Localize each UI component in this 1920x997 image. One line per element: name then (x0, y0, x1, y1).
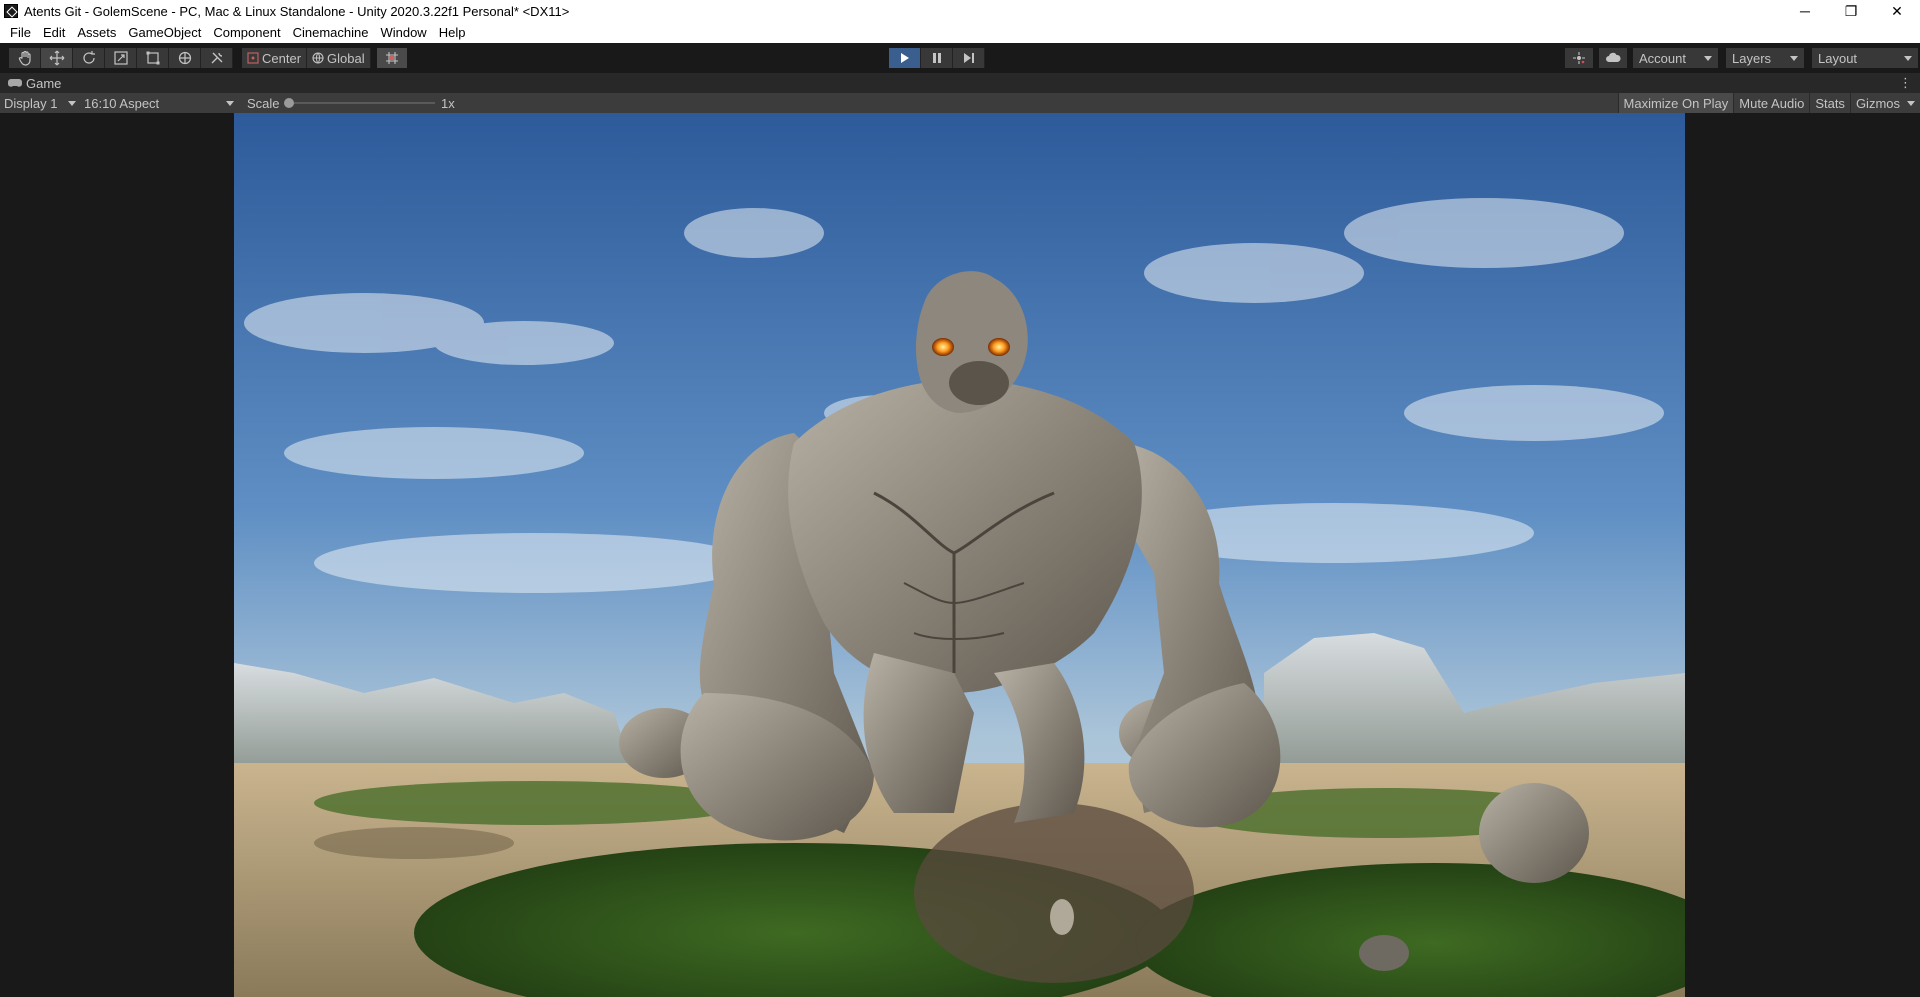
aspect-label: 16:10 Aspect (84, 95, 160, 111)
game-scene-image (234, 113, 1685, 997)
cloud-icon (1606, 52, 1621, 62)
collab-icon (1573, 52, 1585, 64)
tab-game-label: Game (26, 75, 62, 91)
layout-label: Layout (1818, 50, 1858, 66)
pause-button[interactable] (921, 48, 953, 68)
move-tool-button[interactable] (41, 48, 73, 68)
window-controls: ─ ❐ ✕ (1782, 0, 1920, 22)
step-icon (963, 53, 974, 63)
rect-icon (146, 51, 159, 65)
play-icon (900, 53, 909, 63)
display-dropdown[interactable]: Display 1 (0, 93, 80, 113)
menu-window[interactable]: Window (374, 22, 432, 43)
menu-bar: File Edit Assets GameObject Component Ci… (0, 22, 1920, 43)
transform-tools (9, 48, 233, 68)
main-toolbar: Center Global Account Layers Layout (0, 43, 1920, 73)
scale-label: Scale (247, 96, 280, 111)
layout-dropdown[interactable]: Layout (1812, 48, 1918, 68)
menu-component[interactable]: Component (207, 22, 286, 43)
pivot-mode-label: Center (262, 50, 302, 66)
custom-tool-button[interactable] (201, 48, 233, 68)
rect-tool-button[interactable] (137, 48, 169, 68)
gizmos-dropdown[interactable]: Gizmos (1849, 93, 1920, 113)
globe-icon (312, 52, 324, 64)
pivot-rotation-label: Global (327, 50, 365, 66)
tab-game[interactable]: Game (0, 73, 61, 93)
close-button[interactable]: ✕ (1874, 0, 1920, 22)
layers-dropdown[interactable]: Layers (1726, 48, 1804, 68)
menu-gameobject[interactable]: GameObject (122, 22, 207, 43)
pivot-mode-toggle[interactable]: Center (242, 48, 308, 68)
layers-label: Layers (1732, 50, 1772, 66)
restore-button[interactable]: ❐ (1828, 0, 1874, 22)
game-view-toggles: Maximize On Play Mute Audio Stats Gizmos (1617, 93, 1920, 113)
window-title-bar: Atents Git - GolemScene - PC, Mac & Linu… (0, 0, 1920, 22)
collab-button[interactable] (1565, 48, 1593, 68)
window-title: Atents Git - GolemScene - PC, Mac & Linu… (24, 3, 570, 19)
transform-tool-button[interactable] (169, 48, 201, 68)
stats-label: Stats (1815, 95, 1845, 111)
mute-audio-label: Mute Audio (1739, 95, 1805, 111)
chevron-down-icon (226, 101, 234, 106)
grid-snap-icon (386, 52, 398, 64)
chevron-down-icon (68, 101, 76, 106)
playback-controls (889, 48, 985, 68)
stats-toggle[interactable]: Stats (1809, 93, 1850, 113)
maximize-on-play-toggle[interactable]: Maximize On Play (1617, 93, 1734, 113)
gizmos-label: Gizmos (1855, 95, 1900, 111)
cloud-services-button[interactable] (1599, 48, 1627, 68)
move-arrows-icon (49, 50, 64, 66)
tab-options-menu-icon[interactable]: ⋮ (1899, 75, 1912, 91)
scale-tool-button[interactable] (105, 48, 137, 68)
chevron-down-icon (1790, 55, 1798, 61)
account-dropdown[interactable]: Account (1633, 48, 1718, 68)
menu-file[interactable]: File (4, 22, 37, 43)
rotate-tool-button[interactable] (73, 48, 105, 68)
pivot-center-icon (247, 52, 259, 64)
aspect-dropdown[interactable]: 16:10 Aspect (80, 93, 238, 113)
game-tab-header: Game ⋮ (0, 73, 1920, 93)
unity-logo-icon (4, 4, 18, 18)
wrench-icon (211, 52, 222, 64)
menu-cinemachine[interactable]: Cinemachine (287, 22, 375, 43)
game-render-view[interactable] (234, 113, 1685, 997)
gamepad-icon (8, 79, 22, 87)
menu-help[interactable]: Help (433, 22, 472, 43)
rotate-icon (82, 51, 95, 64)
grid-snap-toggle[interactable] (377, 48, 407, 68)
pivot-rotation-toggle[interactable]: Global (307, 48, 371, 68)
chevron-down-icon (1904, 55, 1912, 61)
account-label: Account (1639, 50, 1686, 66)
hand-icon (18, 50, 31, 66)
chevron-down-icon (1907, 101, 1915, 106)
mute-audio-toggle[interactable]: Mute Audio (1733, 93, 1809, 113)
scale-slider-handle[interactable] (284, 98, 294, 108)
pivot-controls: Center Global (242, 48, 371, 68)
minimize-button[interactable]: ─ (1782, 0, 1828, 22)
hand-tool-button[interactable] (9, 48, 41, 68)
scale-icon (113, 51, 128, 65)
menu-assets[interactable]: Assets (71, 22, 122, 43)
play-button[interactable] (889, 48, 921, 68)
display-label: Display 1 (4, 95, 58, 111)
chevron-down-icon (1704, 55, 1712, 61)
step-button[interactable] (953, 48, 985, 68)
transform-icon (178, 51, 191, 65)
maximize-on-play-label: Maximize On Play (1623, 95, 1729, 111)
pause-icon (932, 53, 941, 63)
toolbar-right-group: Account Layers Layout (1565, 48, 1920, 68)
scale-value: 1x (441, 96, 455, 111)
menu-edit[interactable]: Edit (37, 22, 71, 43)
scale-slider-track[interactable] (289, 102, 435, 104)
game-view-toolbar: Display 1 16:10 Aspect Scale 1x Maximize… (0, 93, 1920, 113)
